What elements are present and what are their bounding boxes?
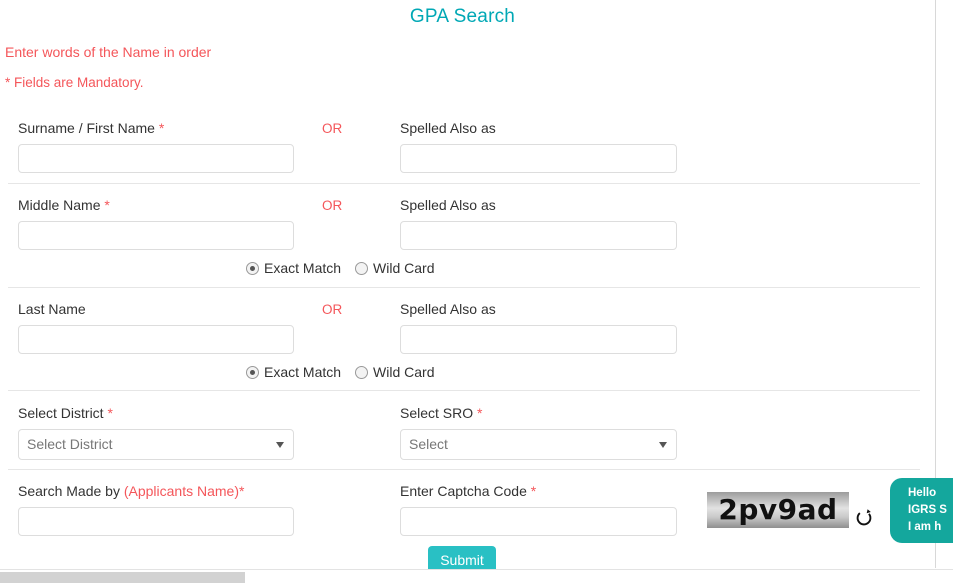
select-district-required-mark: * bbox=[107, 405, 112, 421]
middle-name-wild-card-radio[interactable] bbox=[355, 262, 368, 275]
middle-name-exact-match-radio[interactable] bbox=[246, 262, 259, 275]
chat-line-2: IGRS S bbox=[908, 502, 953, 519]
last-name-label: Last Name bbox=[18, 301, 86, 317]
horizontal-scrollbar-thumb[interactable] bbox=[0, 572, 245, 583]
middle-name-spelled-also-as-label: Spelled Also as bbox=[400, 197, 496, 213]
divider-1 bbox=[8, 183, 920, 184]
note-enter-words-in-order: Enter words of the Name in order bbox=[5, 44, 211, 60]
chevron-down-icon bbox=[276, 442, 284, 448]
captcha-label-text: Enter Captcha Code bbox=[400, 483, 527, 499]
last-name-spelled-also-as-label: Spelled Also as bbox=[400, 301, 496, 317]
chat-line-1: Hello bbox=[908, 485, 953, 502]
captcha-image: 2pv9ad bbox=[707, 492, 849, 528]
divider-3 bbox=[8, 390, 920, 391]
last-name-label-text: Last Name bbox=[18, 301, 86, 317]
last-name-spelled-also-as-input[interactable] bbox=[400, 325, 677, 354]
last-name-exact-match-radio[interactable] bbox=[246, 366, 259, 379]
select-district-label-text: Select District bbox=[18, 405, 104, 421]
surname-required-mark: * bbox=[159, 120, 164, 136]
captcha-input[interactable] bbox=[400, 507, 677, 536]
middle-name-or-text: OR bbox=[322, 198, 342, 213]
page-title: GPA Search bbox=[0, 6, 925, 28]
search-made-by-required-mark: * bbox=[239, 483, 244, 499]
surname-spelled-also-as-input[interactable] bbox=[400, 144, 677, 173]
district-select[interactable]: Select District bbox=[18, 429, 294, 460]
surname-input[interactable] bbox=[18, 144, 294, 173]
chat-widget[interactable]: Hello IGRS S I am h bbox=[890, 478, 953, 543]
search-made-by-label-text: Search Made by bbox=[18, 483, 124, 499]
district-select-value: Select District bbox=[27, 436, 113, 452]
select-sro-label-text: Select SRO bbox=[400, 405, 473, 421]
divider-2 bbox=[8, 287, 920, 288]
middle-name-wild-card-label[interactable]: Wild Card bbox=[373, 260, 434, 276]
chat-line-3: I am h bbox=[908, 519, 953, 536]
last-name-wild-card-radio[interactable] bbox=[355, 366, 368, 379]
select-district-label: Select District * bbox=[18, 405, 113, 421]
surname-label: Surname / First Name * bbox=[18, 120, 164, 136]
last-name-exact-match-label[interactable]: Exact Match bbox=[264, 364, 341, 380]
divider-4 bbox=[8, 469, 920, 470]
sro-select[interactable]: Select bbox=[400, 429, 677, 460]
middle-name-input[interactable] bbox=[18, 221, 294, 250]
gpa-search-page: GPA Search Enter words of the Name in or… bbox=[0, 0, 953, 584]
middle-name-label: Middle Name * bbox=[18, 197, 110, 213]
surname-label-text: Surname / First Name bbox=[18, 120, 155, 136]
search-made-by-applicant-text: (Applicants Name) bbox=[124, 483, 239, 499]
middle-name-exact-match-label[interactable]: Exact Match bbox=[264, 260, 341, 276]
middle-name-match-radio-group: Exact Match Wild Card bbox=[246, 260, 435, 276]
captcha-label: Enter Captcha Code * bbox=[400, 483, 536, 499]
middle-name-spelled-also-as-input[interactable] bbox=[400, 221, 677, 250]
horizontal-scrollbar[interactable] bbox=[0, 569, 953, 584]
captcha-required-mark: * bbox=[531, 483, 536, 499]
surname-spelled-also-as-label: Spelled Also as bbox=[400, 120, 496, 136]
middle-name-label-text: Middle Name bbox=[18, 197, 100, 213]
middle-name-required-mark: * bbox=[104, 197, 109, 213]
select-sro-required-mark: * bbox=[477, 405, 482, 421]
note-fields-mandatory: * Fields are Mandatory. bbox=[5, 75, 144, 90]
last-name-match-radio-group: Exact Match Wild Card bbox=[246, 364, 435, 380]
last-name-input[interactable] bbox=[18, 325, 294, 354]
refresh-icon[interactable] bbox=[854, 508, 874, 528]
search-made-by-label: Search Made by (Applicants Name)* bbox=[18, 483, 244, 499]
search-made-by-input[interactable] bbox=[18, 507, 294, 536]
select-sro-label: Select SRO * bbox=[400, 405, 482, 421]
chevron-down-icon bbox=[659, 442, 667, 448]
last-name-or-text: OR bbox=[322, 302, 342, 317]
sro-select-value: Select bbox=[409, 436, 448, 452]
last-name-wild-card-label[interactable]: Wild Card bbox=[373, 364, 434, 380]
surname-or-text: OR bbox=[322, 121, 342, 136]
